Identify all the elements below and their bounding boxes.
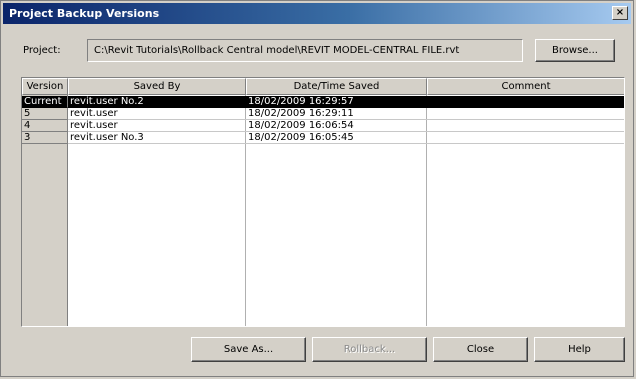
cell-version: 5 — [22, 108, 68, 120]
table-row[interactable]: 4 revit.user 18/02/2009 16:06:54 — [22, 120, 624, 132]
column-header-version[interactable]: Version — [22, 78, 68, 95]
title-bar[interactable]: Project Backup Versions × — [3, 3, 631, 24]
browse-button[interactable]: Browse... — [535, 39, 615, 62]
window-title: Project Backup Versions — [9, 7, 160, 20]
help-button[interactable]: Help — [534, 337, 625, 362]
save-as-button[interactable]: Save As... — [191, 337, 306, 362]
cell-comment[interactable] — [427, 132, 624, 144]
cell-date-time: 18/02/2009 16:06:54 — [246, 120, 427, 132]
cell-version: 3 — [22, 132, 68, 144]
cell-comment[interactable] — [427, 120, 624, 132]
table-row[interactable]: 3 revit.user No.3 18/02/2009 16:05:45 — [22, 132, 624, 144]
project-label: Project: — [23, 45, 61, 56]
rollback-button[interactable]: Rollback... — [312, 337, 427, 362]
cell-comment[interactable] — [427, 108, 624, 120]
project-backup-versions-dialog: Project Backup Versions × Project: C:\Re… — [0, 0, 634, 377]
cell-saved-by: revit.user No.3 — [68, 132, 246, 144]
column-header-date-time-saved[interactable]: Date/Time Saved — [246, 78, 427, 95]
close-icon[interactable]: × — [612, 6, 628, 20]
project-path-field: C:\Revit Tutorials\Rollback Central mode… — [87, 39, 523, 62]
cell-comment[interactable] — [427, 96, 624, 108]
cell-saved-by: revit.user — [68, 108, 246, 120]
cell-saved-by: revit.user No.2 — [68, 96, 246, 108]
cell-version: Current — [22, 96, 68, 108]
cell-version: 4 — [22, 120, 68, 132]
table-row[interactable]: 5 revit.user 18/02/2009 16:29:11 — [22, 108, 624, 120]
cell-date-time: 18/02/2009 16:29:57 — [246, 96, 427, 108]
close-button[interactable]: Close — [433, 337, 528, 362]
table-row[interactable]: Current revit.user No.2 18/02/2009 16:29… — [22, 96, 624, 108]
column-header-saved-by[interactable]: Saved By — [68, 78, 246, 95]
cell-date-time: 18/02/2009 16:05:45 — [246, 132, 427, 144]
versions-table[interactable]: Version Saved By Date/Time Saved Comment… — [21, 77, 625, 327]
cell-saved-by: revit.user — [68, 120, 246, 132]
cell-date-time: 18/02/2009 16:29:11 — [246, 108, 427, 120]
table-header: Version Saved By Date/Time Saved Comment — [22, 78, 624, 95]
column-header-comment[interactable]: Comment — [427, 78, 624, 95]
